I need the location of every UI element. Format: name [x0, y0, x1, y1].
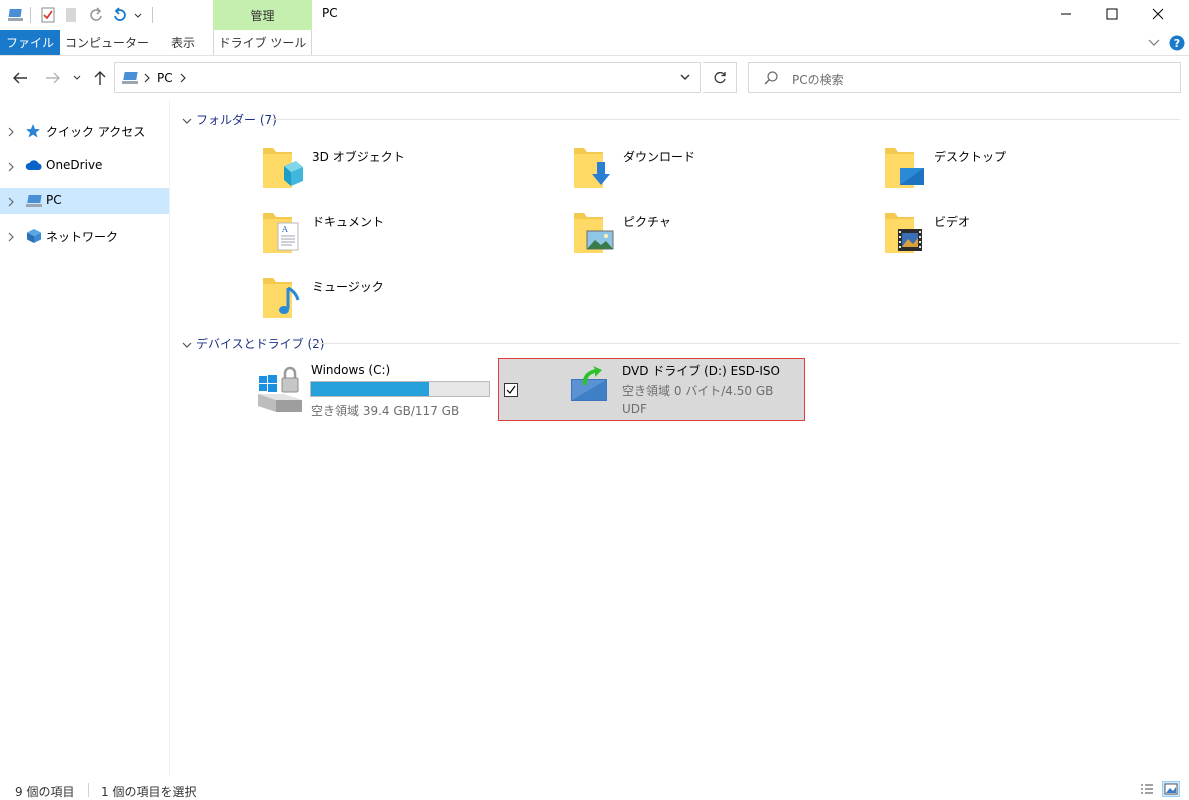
network-icon	[25, 228, 43, 247]
group-divider	[270, 119, 1180, 120]
window-title: PC	[322, 6, 338, 20]
tab-file[interactable]: ファイル	[0, 30, 60, 55]
collapse-chevron-icon[interactable]	[182, 338, 192, 352]
recent-locations-icon[interactable]	[67, 66, 87, 90]
new-folder-icon[interactable]	[62, 4, 80, 26]
downloads-folder-icon	[573, 144, 615, 195]
drive-filesystem: UDF	[622, 402, 647, 416]
quick-access-separator	[152, 7, 153, 23]
address-bar[interactable]: PC	[114, 62, 701, 93]
folder-music[interactable]: ミュージック	[262, 274, 542, 332]
folder-videos[interactable]: ビデオ	[884, 209, 1164, 267]
svg-text:?: ?	[1174, 37, 1180, 50]
breadcrumb-chevron-icon[interactable]	[143, 72, 151, 86]
pc-app-icon[interactable]	[6, 4, 26, 26]
drive-free-space: 空き領域 39.4 GB/117 GB	[311, 404, 460, 418]
details-view-icon[interactable]	[1138, 781, 1156, 797]
capacity-bar-fill	[311, 382, 429, 396]
address-history-dropdown-icon[interactable]	[679, 71, 691, 86]
folder-3d-objects[interactable]: 3D オブジェクト	[262, 144, 542, 202]
search-icon	[764, 71, 778, 88]
folder-documents[interactable]: A ドキュメント	[262, 209, 542, 267]
expand-chevron-icon[interactable]	[7, 126, 15, 140]
forward-button[interactable]	[42, 66, 64, 90]
navigation-pane: クイック アクセス OneDrive PC ネットワーク	[0, 100, 170, 777]
status-item-count: 9 個の項目	[15, 785, 75, 799]
sidebar-item-pc[interactable]: PC	[0, 188, 169, 214]
collapse-chevron-icon[interactable]	[182, 114, 192, 128]
selection-checkbox[interactable]	[504, 383, 518, 397]
documents-folder-icon: A	[262, 209, 304, 260]
cloud-icon	[25, 158, 43, 175]
drive-dvd-d[interactable]: DVD ドライブ (D:) ESD-ISO 空き領域 0 バイト/4.50 GB…	[498, 358, 805, 421]
music-folder-icon	[262, 274, 304, 325]
expand-chevron-icon[interactable]	[7, 196, 15, 210]
expand-ribbon-icon[interactable]	[1144, 34, 1164, 52]
redo-icon[interactable]	[86, 4, 106, 26]
group-header-folders[interactable]: フォルダー (7)	[178, 109, 1182, 129]
group-header-devices[interactable]: デバイスとドライブ (2)	[178, 333, 1182, 353]
maximize-button[interactable]	[1089, 0, 1135, 28]
status-selected-count: 1 個の項目を選択	[101, 785, 197, 799]
svg-text:A: A	[281, 225, 288, 234]
drive-name: DVD ドライブ (D:) ESD-ISO	[622, 364, 780, 378]
expand-chevron-icon[interactable]	[7, 231, 15, 245]
breadcrumb-pc[interactable]: PC	[157, 71, 173, 85]
capacity-bar	[310, 381, 490, 397]
sidebar-item-network[interactable]: ネットワーク	[0, 223, 169, 249]
pc-icon	[121, 70, 141, 89]
drive-free-space: 空き領域 0 バイト/4.50 GB	[622, 384, 774, 398]
tab-view[interactable]: 表示	[156, 30, 210, 55]
search-box[interactable]: PCの検索	[748, 62, 1181, 93]
expand-chevron-icon[interactable]	[7, 161, 15, 175]
close-button[interactable]	[1135, 0, 1181, 28]
customize-quick-access-icon[interactable]	[132, 4, 144, 26]
status-bar: 9 個の項目 1 個の項目を選択	[0, 778, 1189, 800]
group-divider	[310, 343, 1180, 344]
desktop-folder-icon	[884, 144, 926, 195]
quick-access-separator	[30, 7, 31, 23]
sidebar-item-quick-access[interactable]: クイック アクセス	[0, 118, 169, 144]
folder-downloads[interactable]: ダウンロード	[573, 144, 853, 202]
status-separator	[88, 783, 89, 797]
breadcrumb-chevron-icon[interactable]	[179, 72, 187, 86]
up-button[interactable]	[89, 66, 111, 90]
title-bar: 管理 PC	[0, 0, 1189, 30]
minimize-button[interactable]	[1043, 0, 1089, 28]
refresh-button[interactable]	[703, 62, 737, 93]
videos-folder-icon	[884, 209, 926, 260]
folder-pictures[interactable]: ピクチャ	[573, 209, 853, 267]
windows-drive-icon	[254, 364, 306, 419]
3d-objects-folder-icon	[262, 144, 304, 195]
back-button[interactable]	[9, 66, 31, 90]
tab-drive-tools[interactable]: ドライブ ツール	[213, 30, 312, 55]
undo-icon[interactable]	[110, 4, 130, 26]
properties-icon[interactable]	[38, 4, 58, 26]
sidebar-item-onedrive[interactable]: OneDrive	[0, 153, 169, 179]
drive-windows-c[interactable]: Windows (C:) 空き領域 39.4 GB/117 GB	[254, 360, 494, 422]
search-input[interactable]: PCの検索	[792, 71, 844, 88]
folder-desktop[interactable]: デスクトップ	[884, 144, 1164, 202]
star-icon	[25, 123, 41, 142]
help-icon[interactable]: ?	[1168, 34, 1186, 52]
drive-name: Windows (C:)	[311, 363, 391, 377]
ribbon-tab-bar: ファイル コンピューター 表示 ドライブ ツール ?	[0, 30, 1189, 56]
tab-computer[interactable]: コンピューター	[62, 30, 152, 55]
pictures-folder-icon	[573, 209, 615, 260]
dvd-drive-icon	[569, 365, 609, 406]
pc-icon	[25, 193, 45, 212]
manage-context-tab[interactable]: 管理	[213, 0, 312, 30]
large-icons-view-icon[interactable]	[1162, 781, 1180, 797]
